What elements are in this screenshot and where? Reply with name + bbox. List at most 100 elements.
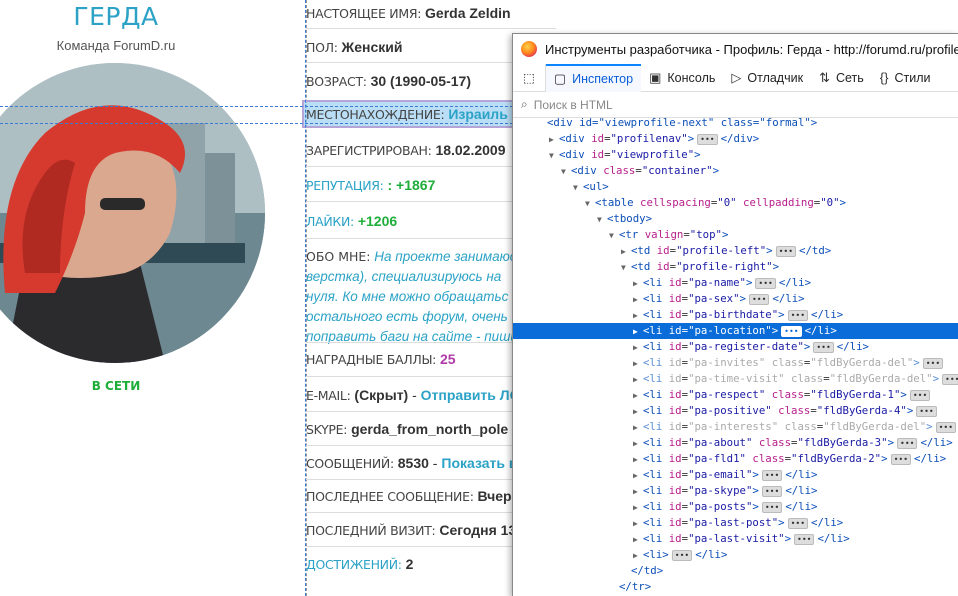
markup-node[interactable]: ▶ <li> ••• </li> bbox=[513, 547, 958, 563]
collapsed-content-icon[interactable]: ••• bbox=[909, 389, 931, 401]
markup-node[interactable]: ▶ <li id="pa-name"> ••• </li> bbox=[513, 275, 958, 291]
collapsed-content-icon[interactable]: ••• bbox=[922, 357, 944, 369]
markup-node[interactable]: ▶ <li id="pa-positive" class="fldByGerda-… bbox=[513, 403, 958, 419]
tab-debugger[interactable]: ▷ Отладчик bbox=[723, 64, 811, 92]
collapsed-content-icon[interactable]: ••• bbox=[787, 309, 809, 321]
collapsed-content-icon[interactable]: ••• bbox=[748, 293, 770, 305]
collapsed-arrow-icon[interactable]: ▶ bbox=[633, 468, 643, 484]
row-sex: ПОЛ: Женский bbox=[306, 39, 402, 55]
markup-tag: </td> bbox=[799, 244, 832, 257]
collapsed-content-icon[interactable]: ••• bbox=[935, 421, 957, 433]
collapsed-content-icon[interactable]: ••• bbox=[761, 485, 783, 497]
collapsed-content-icon[interactable]: ••• bbox=[787, 517, 809, 529]
markup-node[interactable]: ▶ <li id="pa-last-post"> ••• </li> bbox=[513, 515, 958, 531]
awards-label: НАГРАДНЫЕ БАЛЛЫ: bbox=[306, 352, 437, 367]
expanded-arrow-icon[interactable]: ▼ bbox=[549, 148, 559, 164]
collapsed-arrow-icon[interactable]: ▶ bbox=[633, 452, 643, 468]
expanded-arrow-icon[interactable]: ▼ bbox=[561, 164, 571, 180]
collapsed-arrow-icon[interactable]: ▶ bbox=[633, 420, 643, 436]
collapsed-arrow-icon[interactable]: ▶ bbox=[633, 340, 643, 356]
tab-inspector[interactable]: ▢ Инспектор bbox=[545, 63, 642, 92]
collapsed-content-icon[interactable]: ••• bbox=[755, 277, 776, 289]
element-picker-button[interactable]: ⬚ bbox=[513, 63, 546, 92]
markup-tag: </li> bbox=[785, 484, 818, 497]
collapsed-arrow-icon[interactable]: ▶ bbox=[633, 276, 643, 292]
collapsed-content-icon[interactable]: ••• bbox=[775, 245, 797, 257]
markup-tag: <ul> bbox=[583, 180, 609, 193]
collapsed-arrow-icon[interactable]: ▶ bbox=[621, 244, 631, 260]
markup-tag: <li bbox=[643, 404, 669, 417]
about-line: нуля. Ко мне можно обращатьс bbox=[306, 289, 509, 304]
collapsed-content-icon[interactable]: ••• bbox=[890, 453, 912, 465]
tab-network[interactable]: ⇅ Сеть bbox=[811, 64, 872, 92]
tab-styles[interactable]: {} Стили bbox=[872, 64, 939, 92]
achievements-value: 2 bbox=[405, 556, 414, 572]
collapsed-content-icon[interactable]: ••• bbox=[697, 133, 718, 145]
collapsed-arrow-icon[interactable]: ▶ bbox=[549, 132, 559, 148]
markup-node[interactable]: ▶ <li id="pa-location"> ••• </li> bbox=[513, 323, 958, 339]
collapsed-arrow-icon[interactable]: ▶ bbox=[633, 548, 643, 564]
markup-attr-value: "pa-positive" bbox=[688, 404, 772, 417]
collapsed-arrow-icon[interactable]: ▶ bbox=[633, 308, 643, 324]
markup-node[interactable]: ▶ <td id="profile-left"> ••• </td> bbox=[513, 243, 958, 259]
about-line: верстка), специализируюсь на bbox=[306, 269, 502, 284]
collapsed-arrow-icon[interactable]: ▶ bbox=[633, 484, 643, 500]
collapsed-content-icon[interactable]: ••• bbox=[897, 437, 918, 449]
markup-node[interactable]: ▶ <li id="pa-time-visit" class="fldByGerd… bbox=[513, 371, 958, 387]
markup-node[interactable]: ▶ <li id="pa-posts"> ••• </li> bbox=[513, 499, 958, 515]
location-value[interactable]: Израиль bbox=[448, 106, 507, 122]
markup-node[interactable]: ▶ <li id="pa-invites" class="fldByGerda-d… bbox=[513, 355, 958, 371]
markup-node[interactable]: ▶ <li id="pa-register-date"> ••• </li> bbox=[513, 339, 958, 355]
markup-node[interactable]: <div id="viewprofile-next" class="formal… bbox=[513, 115, 958, 131]
markup-node[interactable]: ▼ <div class="container"> bbox=[513, 163, 958, 179]
markup-node[interactable]: ▶ <li id="pa-fld1" class="fldByGerda-2"> •… bbox=[513, 451, 958, 467]
tab-console[interactable]: ▣ Консоль bbox=[641, 64, 723, 92]
expanded-arrow-icon[interactable]: ▼ bbox=[597, 212, 607, 228]
collapsed-arrow-icon[interactable]: ▶ bbox=[633, 404, 643, 420]
markup-node[interactable]: ▶ <li id="pa-email"> ••• </li> bbox=[513, 467, 958, 483]
collapsed-content-icon[interactable]: ••• bbox=[916, 405, 937, 417]
collapsed-arrow-icon[interactable]: ▶ bbox=[633, 356, 643, 372]
markup-node[interactable]: ▼ <ul> bbox=[513, 179, 958, 195]
collapsed-content-icon[interactable]: ••• bbox=[671, 549, 693, 561]
markup-node[interactable]: ▶ <li id="pa-birthdate"> ••• </li> bbox=[513, 307, 958, 323]
collapsed-arrow-icon[interactable]: ▶ bbox=[633, 516, 643, 532]
markup-node[interactable]: </tr> bbox=[513, 579, 958, 595]
markup-node[interactable]: ▼ <div id="viewprofile"> bbox=[513, 147, 958, 163]
markup-node[interactable]: ▶ <li id="pa-respect" class="fldByGerda-1… bbox=[513, 387, 958, 403]
markup-node[interactable]: </td> bbox=[513, 563, 958, 579]
expanded-arrow-icon[interactable]: ▼ bbox=[573, 180, 583, 196]
markup-node[interactable]: ▶ <li id="pa-skype"> ••• </li> bbox=[513, 483, 958, 499]
markup-node[interactable]: ▼ <table cellspacing="0" cellpadding="0"> bbox=[513, 195, 958, 211]
collapsed-arrow-icon[interactable]: ▶ bbox=[633, 532, 643, 548]
markup-attr-value: "viewprofile" bbox=[610, 148, 695, 161]
collapsed-arrow-icon[interactable]: ▶ bbox=[633, 436, 643, 452]
markup-node[interactable]: ▶ <div id="profilenav"> ••• </div> bbox=[513, 131, 958, 147]
expanded-arrow-icon[interactable]: ▼ bbox=[585, 196, 595, 212]
collapsed-arrow-icon[interactable]: ▶ bbox=[633, 500, 643, 516]
expanded-arrow-icon[interactable]: ▼ bbox=[609, 228, 619, 244]
collapsed-arrow-icon[interactable]: ▶ bbox=[633, 388, 643, 404]
collapsed-arrow-icon[interactable]: ▶ bbox=[633, 324, 643, 340]
collapsed-content-icon[interactable]: ••• bbox=[813, 341, 834, 353]
markup-tag: <table bbox=[595, 196, 641, 209]
send-pm-link[interactable]: Отправить ЛС bbox=[421, 387, 520, 403]
markup-node[interactable]: ▶ <li id="pa-sex"> ••• </li> bbox=[513, 291, 958, 307]
markup-node[interactable]: ▼ <tr valign="top"> bbox=[513, 227, 958, 243]
collapsed-content-icon[interactable]: ••• bbox=[942, 373, 958, 385]
markup-tag: <li bbox=[643, 468, 669, 481]
collapsed-arrow-icon[interactable]: ▶ bbox=[633, 292, 643, 308]
collapsed-content-icon[interactable]: ••• bbox=[761, 469, 783, 481]
markup-attr-name: cellspacing bbox=[640, 196, 711, 209]
devtools-titlebar[interactable]: Инструменты разработчика - Профиль: Герд… bbox=[513, 34, 958, 64]
collapsed-content-icon[interactable]: ••• bbox=[761, 501, 783, 513]
markup-node[interactable]: ▼ <tbody> bbox=[513, 211, 958, 227]
collapsed-content-icon[interactable]: ••• bbox=[794, 533, 815, 545]
markup-node[interactable]: ▶ <li id="pa-about" class="fldByGerda-3">… bbox=[513, 435, 958, 451]
collapsed-content-icon[interactable]: ••• bbox=[781, 325, 802, 337]
markup-node[interactable]: ▶ <li id="pa-last-visit"> ••• </li> bbox=[513, 531, 958, 547]
markup-node[interactable]: ▶ <li id="pa-interests" class="fldByGerda… bbox=[513, 419, 958, 435]
markup-node[interactable]: ▼ <td id="profile-right"> bbox=[513, 259, 958, 275]
collapsed-arrow-icon[interactable]: ▶ bbox=[633, 372, 643, 388]
expanded-arrow-icon[interactable]: ▼ bbox=[621, 260, 631, 276]
